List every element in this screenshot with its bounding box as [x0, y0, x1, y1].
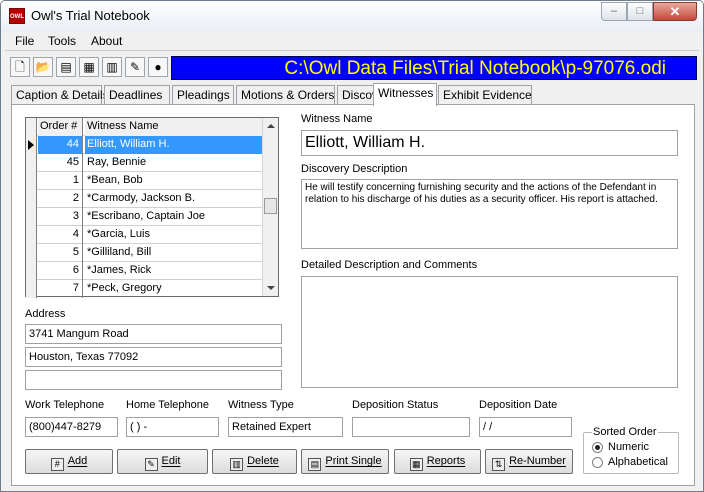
- menu-about[interactable]: About: [91, 34, 122, 48]
- sorted-order-legend: Sorted Order: [592, 426, 658, 438]
- radio-alphabetical[interactable]: [592, 457, 603, 468]
- renumber-icon: ⇅: [492, 458, 506, 471]
- comments-field[interactable]: [301, 276, 678, 388]
- file-path-display: C:\Owl Data Files\Trial Notebook\p-97076…: [171, 56, 697, 80]
- scroll-down-icon[interactable]: [267, 286, 275, 290]
- address-line1-field[interactable]: 3741 Mangum Road: [25, 324, 282, 344]
- witness-name-label: Witness Name: [301, 113, 373, 125]
- scrollbar-thumb[interactable]: [264, 198, 277, 214]
- trash-icon: ▥: [230, 458, 244, 471]
- document-icon[interactable]: ▤: [56, 57, 76, 77]
- tab-pleadings[interactable]: Pleadings: [172, 85, 234, 105]
- owl-icon[interactable]: ✎: [125, 57, 145, 77]
- scroll-up-icon[interactable]: [267, 124, 275, 128]
- new-file-icon[interactable]: 🗋: [10, 57, 30, 77]
- print-single-button[interactable]: ▤ Print Single: [301, 449, 389, 474]
- table-row[interactable]: 4 *Garcia, Luis: [26, 226, 263, 244]
- calendar-icon[interactable]: ▦: [79, 57, 99, 77]
- add-document-icon: #: [50, 458, 64, 471]
- edit-button[interactable]: ✎ Edit: [117, 449, 208, 474]
- table-row[interactable]: 6 *James, Rick: [26, 262, 263, 280]
- menu-file[interactable]: File: [15, 34, 34, 48]
- name-column-header[interactable]: Witness Name: [85, 118, 263, 136]
- tab-deadlines[interactable]: Deadlines: [104, 85, 170, 105]
- tab-exhibit-evidence[interactable]: Exhibit Evidence: [438, 85, 532, 105]
- calculator-icon[interactable]: ▥: [102, 57, 122, 77]
- witness-type-label: Witness Type: [228, 399, 294, 411]
- home-telephone-label: Home Telephone: [126, 399, 209, 411]
- table-row[interactable]: 7 *Peck, Gregory: [26, 280, 263, 298]
- sorted-order-group: Sorted Order Numeric Alphabetical: [583, 426, 679, 474]
- address-label: Address: [25, 308, 66, 320]
- add-button[interactable]: # Add: [25, 449, 113, 474]
- edit-pencil-icon: ✎: [144, 458, 158, 471]
- close-button[interactable]: ✕: [653, 2, 697, 21]
- table-row[interactable]: 2 *Carmody, Jackson B.: [26, 190, 263, 208]
- main-window: OWL Owl's Trial Notebook – □ ✕ File Tool…: [0, 0, 704, 492]
- renumber-button[interactable]: ⇅ Re-Number: [485, 449, 573, 474]
- deposition-date-field[interactable]: / /: [479, 417, 572, 437]
- radio-alphabetical-label[interactable]: Alphabetical: [608, 456, 668, 468]
- discovery-description-label: Discovery Description: [301, 163, 408, 175]
- order-column-header[interactable]: Order #: [38, 118, 83, 136]
- radio-numeric-label[interactable]: Numeric: [608, 441, 649, 453]
- printer-icon: ▤: [308, 458, 322, 471]
- title-bar: OWL Owl's Trial Notebook – □ ✕: [1, 1, 703, 31]
- grid-header: Order # Witness Name: [26, 118, 263, 136]
- deposition-status-field[interactable]: [352, 417, 470, 437]
- maximize-button[interactable]: □: [627, 2, 653, 21]
- window-controls: – □ ✕: [601, 2, 697, 21]
- menu-bar: File Tools About: [5, 32, 699, 51]
- current-row-icon: [28, 140, 34, 150]
- tab-witnesses[interactable]: Witnesses: [373, 83, 437, 106]
- window-title: Owl's Trial Notebook: [31, 8, 150, 23]
- radio-numeric[interactable]: [592, 442, 603, 453]
- table-row[interactable]: 45 Ray, Bennie: [26, 154, 263, 172]
- open-folder-icon[interactable]: 📂: [33, 57, 53, 77]
- address-line2-field[interactable]: Houston, Texas 77092: [25, 347, 282, 367]
- work-telephone-field[interactable]: (800)447-8279: [25, 417, 118, 437]
- address-line3-field[interactable]: [25, 370, 282, 390]
- globe-icon[interactable]: ●: [148, 57, 168, 77]
- reports-icon: ▦: [409, 458, 423, 471]
- table-row[interactable]: 44 Elliott, William H.: [26, 136, 263, 154]
- deposition-date-label: Deposition Date: [479, 399, 558, 411]
- discovery-description-field[interactable]: He will testify concerning furnishing se…: [301, 179, 678, 249]
- witness-type-field[interactable]: Retained Expert: [228, 417, 343, 437]
- comments-label: Detailed Description and Comments: [301, 259, 478, 271]
- grid-scrollbar[interactable]: [262, 118, 278, 296]
- reports-button[interactable]: ▦ Reports: [394, 449, 481, 474]
- minimize-button[interactable]: –: [601, 2, 627, 21]
- table-row[interactable]: 3 *Escribano, Captain Joe: [26, 208, 263, 226]
- witness-grid[interactable]: Order # Witness Name 44 Elliott, William…: [25, 117, 279, 298]
- table-row[interactable]: 5 *Gilliland, Bill: [26, 244, 263, 262]
- tab-caption-details[interactable]: Caption & Details: [11, 85, 109, 105]
- tab-motions-orders[interactable]: Motions & Orders: [236, 85, 335, 105]
- tab-strip: Caption & Details Deadlines Pleadings Mo…: [11, 83, 701, 106]
- work-telephone-label: Work Telephone: [25, 399, 105, 411]
- app-icon: OWL: [9, 8, 25, 24]
- witness-name-field[interactable]: Elliott, William H.: [301, 130, 678, 156]
- home-telephone-field[interactable]: ( ) -: [126, 417, 219, 437]
- table-row[interactable]: 1 *Bean, Bob: [26, 172, 263, 190]
- delete-button[interactable]: ▥ Delete: [212, 449, 297, 474]
- deposition-status-label: Deposition Status: [352, 399, 439, 411]
- menu-tools[interactable]: Tools: [48, 34, 76, 48]
